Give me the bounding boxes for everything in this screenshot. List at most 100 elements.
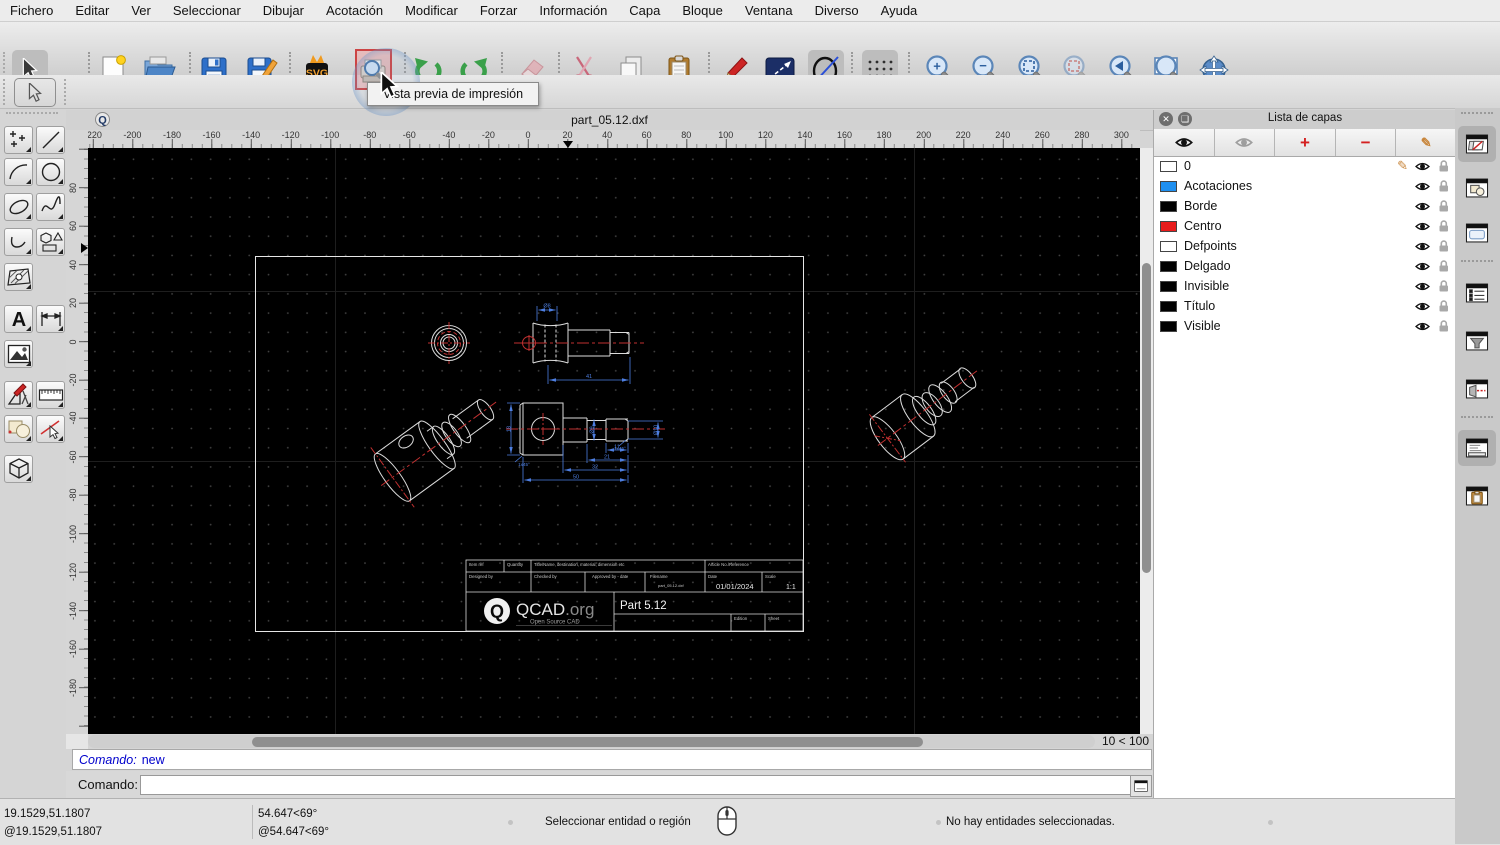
layer-row-6[interactable]: Invisible [1154,276,1456,296]
image-tool-button[interactable] [4,340,33,368]
dimension-tool-button[interactable] [36,305,65,333]
layer-row-7[interactable]: Título [1154,296,1456,316]
hatch-icon [6,268,31,286]
layer-panel-header: ✕ ❏ Lista de capas [1154,110,1456,130]
layer-row-4[interactable]: Defpoints [1154,236,1456,256]
vertical-scrollbar[interactable] [1140,148,1153,734]
blocks-panel-icon-button[interactable] [1458,170,1496,206]
clipboard-panel-icon-button[interactable] [1458,478,1496,514]
layer-lock-icon[interactable] [1437,200,1450,212]
layer-row-3[interactable]: Centro [1154,216,1456,236]
shapes-tool-button[interactable] [36,228,65,256]
spline-tool-button[interactable] [36,193,65,221]
svg-text:Open Source CAD: Open Source CAD [530,620,580,626]
text-tool-button[interactable]: A [4,305,33,333]
ellipse-tool-palette-button[interactable] [4,193,33,221]
drawing-canvas[interactable]: Ø8 41 18 Ø9 Ø10 1x45° 1x45° 11 21 32 50 … [88,148,1140,734]
menu-ver[interactable]: Ver [131,3,151,18]
v-ruler-label: 80 [68,182,78,193]
modify-tools-button[interactable] [4,381,33,409]
panel-toolbar [1455,108,1500,844]
layer-lock-icon[interactable] [1437,320,1450,332]
line-tool-palette-button[interactable] [36,126,65,154]
command-input[interactable] [140,775,1138,795]
horizontal-scrollbar-thumb[interactable] [252,737,923,747]
hide-all-layers-button[interactable] [1215,129,1276,156]
menu-modificar[interactable]: Modificar [405,3,458,18]
snap-tool-button[interactable] [36,415,65,443]
layer-visibility-icon[interactable] [1415,221,1430,232]
menu-forzar[interactable]: Forzar [480,3,518,18]
svg-text:QCAD.org: QCAD.org [516,600,594,619]
solid-3d-tool-button[interactable] [4,455,33,483]
block-tool-button[interactable] [4,415,33,443]
selection-filter-icon-button[interactable] [1458,323,1496,359]
layer-row-5[interactable]: Delgado [1154,256,1456,276]
toolbar-handle[interactable] [64,79,66,105]
hatch-tool-button[interactable] [4,263,33,291]
menu-seleccionar[interactable]: Seleccionar [173,3,241,18]
layer-name: 0 [1184,159,1191,173]
layer-lock-icon[interactable] [1437,260,1450,272]
menu-ventana[interactable]: Ventana [745,3,793,18]
property-editor-icon-button[interactable] [1458,275,1496,311]
selection-mode-button[interactable] [14,78,56,107]
h-ruler-label: -100 [321,130,340,140]
layer-lock-icon[interactable] [1437,300,1450,312]
svg-text:Filename: Filename [650,574,668,579]
layer-row-8[interactable]: Visible [1154,316,1456,336]
command-panel-button[interactable] [1130,775,1152,797]
add-layer-button[interactable]: + [1275,129,1336,156]
menu-diverso[interactable]: Diverso [815,3,859,18]
arc-tool-button[interactable] [4,158,33,186]
measure-tool-button[interactable] [36,381,65,409]
svg-text:Checked by: Checked by [534,574,558,579]
horizontal-scrollbar[interactable]: 10 < 100 [88,734,1153,749]
circle-tool-button[interactable] [36,158,65,186]
point-tool-button[interactable] [4,126,33,154]
palette-handle[interactable] [6,112,58,114]
svg-text:Title/Name, destination, mater: Title/Name, destination, material, dimen… [534,562,625,567]
v-ruler-label: 20 [68,298,78,309]
edit-layer-button[interactable]: ✎ [1396,129,1456,156]
show-all-layers-button[interactable] [1154,129,1215,156]
layer-visibility-icon[interactable] [1415,281,1430,292]
menu-ayuda[interactable]: Ayuda [881,3,918,18]
vertical-scrollbar-thumb[interactable] [1142,263,1151,573]
v-ruler-label: -80 [68,488,78,502]
toolbar-handle[interactable] [1461,112,1493,114]
layer-lock-icon[interactable] [1437,160,1450,172]
toolbar-handle[interactable] [3,79,5,105]
menu-dibujar[interactable]: Dibujar [263,3,304,18]
layer-lock-icon[interactable] [1437,240,1450,252]
polyline-tool-button[interactable] [4,228,33,256]
menu-acotacion[interactable]: Acotación [326,3,383,18]
views-panel-icon-button[interactable] [1458,215,1496,251]
menu-capa[interactable]: Capa [629,3,660,18]
menu-informacion[interactable]: Información [539,3,607,18]
remove-layer-button[interactable]: − [1336,129,1397,156]
layer-row-2[interactable]: Borde [1154,196,1456,216]
layers-panel-icon-button[interactable] [1458,126,1496,162]
layer-lock-icon[interactable] [1437,280,1450,292]
horizontal-scrollbar-track[interactable] [88,735,1095,748]
menu-bloque[interactable]: Bloque [682,3,722,18]
layer-visibility-icon[interactable] [1415,241,1430,252]
document-title[interactable]: part_05.12.dxf [66,113,1153,127]
layer-list-panel: ✕ ❏ Lista de capas + − ✎ 0 ✎ Acotaciones… [1153,110,1456,798]
layer-row-0[interactable]: 0 ✎ [1154,156,1456,176]
v-ruler-label: 60 [68,221,78,232]
layer-visibility-icon[interactable] [1415,161,1430,172]
library-browser-icon-button[interactable] [1458,371,1496,407]
layer-lock-icon[interactable] [1437,180,1450,192]
menu-fichero[interactable]: Fichero [10,3,53,18]
layer-lock-icon[interactable] [1437,220,1450,232]
layer-visibility-icon[interactable] [1415,181,1430,192]
layer-visibility-icon[interactable] [1415,261,1430,272]
menu-editar[interactable]: Editar [75,3,109,18]
layer-row-1[interactable]: Acotaciones [1154,176,1456,196]
layer-visibility-icon[interactable] [1415,201,1430,212]
layer-visibility-icon[interactable] [1415,321,1430,332]
layer-visibility-icon[interactable] [1415,301,1430,312]
command-line-panel-icon-button[interactable] [1458,430,1496,466]
